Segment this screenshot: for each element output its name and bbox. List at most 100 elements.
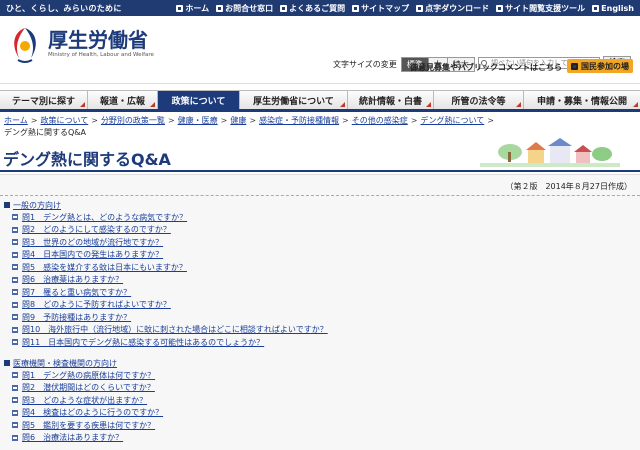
list-bullet-icon (12, 301, 18, 308)
question-link[interactable]: 問10 海外旅行中（流行地域）に蚊に刺された場合はどこに相談すればよいですか？ (22, 324, 328, 335)
tab-press[interactable]: 報道・広報 (88, 91, 158, 109)
list-item: 問4 検査はどのように行うのですか？ (12, 407, 163, 420)
site-header: 厚生労働省 Ministry of Health, Labour and Wel… (0, 16, 640, 84)
question-link[interactable]: 問11 日本国内でデング熱に感染する可能性はあるのでしょうか？ (22, 337, 264, 348)
top-bar: ひと、くらし、みらいのために ホーム お問合せ窓口 よくあるご質問 サイトマップ… (0, 0, 640, 16)
square-bullet-icon (571, 62, 578, 70)
section-bullet-icon (4, 360, 10, 366)
square-bullet-icon (352, 4, 360, 12)
breadcrumb-link[interactable]: その他の感染症 (352, 116, 408, 125)
corner-arrow-icon (150, 102, 155, 107)
question-link[interactable]: 問6 治療薬はありますか？ (22, 274, 123, 285)
corner-arrow-icon (426, 102, 431, 107)
contact-link[interactable]: お問合せ窓口 (216, 3, 273, 14)
tab-policies[interactable]: 政策について (158, 91, 240, 109)
edition-note: （第２版 2014年８月27日作成） (505, 182, 632, 191)
question-link[interactable]: 問6 治療法はありますか？ (22, 432, 123, 443)
list-bullet-icon (12, 214, 18, 221)
list-bullet-icon (12, 276, 18, 283)
townscape-illustration-icon (480, 138, 620, 167)
corner-arrow-icon (340, 102, 345, 107)
list-item: 問6 治療薬はありますか？ (12, 274, 328, 287)
question-link[interactable]: 問2 どのようにして感染するのですか？ (22, 224, 171, 235)
faq-link[interactable]: よくあるご質問 (280, 3, 345, 14)
home-link[interactable]: ホーム (176, 3, 209, 14)
square-bullet-icon (592, 4, 600, 12)
list-bullet-icon (12, 239, 18, 246)
section-heading-link[interactable]: 一般の方向け (13, 200, 61, 211)
accessibility-tool-link[interactable]: サイト閲覧支援ツール (496, 3, 585, 14)
page-title-bar: デング熱に関するQ&A (0, 138, 640, 172)
question-link[interactable]: 問8 どのように予防すればよいですか？ (22, 299, 171, 310)
corner-arrow-icon (633, 102, 638, 107)
title-underline (0, 170, 640, 172)
breadcrumb-link[interactable]: 政策について (40, 116, 88, 125)
breadcrumb-link[interactable]: デング熱について (420, 116, 484, 125)
tagline: ひと、くらし、みらいのために (6, 3, 122, 13)
list-item: 問2 潜伏期間はどのくらいですか？ (12, 382, 163, 395)
list-item: 問3 世界のどの地域が流行地ですか？ (12, 236, 328, 249)
breadcrumb-link[interactable]: ホーム (4, 116, 28, 125)
global-nav: テーマ別に探す 報道・広報 政策について 厚生労働省について 統計情報・白書 所… (0, 90, 640, 112)
question-link[interactable]: 問3 世界のどの地域が流行地ですか？ (22, 237, 163, 248)
square-bullet-icon (176, 4, 184, 12)
page-title: デング熱に関するQ&A (3, 150, 171, 169)
question-link[interactable]: 問1 デング熱の病原体は何ですか？ (22, 370, 155, 381)
list-bullet-icon (12, 314, 18, 321)
breadcrumb-current: デング熱に関するQ&A (4, 128, 87, 137)
list-item: 問3 どのような症状が出ますか？ (12, 394, 163, 407)
tab-statistics[interactable]: 統計情報・白書 (348, 91, 434, 109)
question-link[interactable]: 問2 潜伏期間はどのくらいですか？ (22, 382, 155, 393)
list-bullet-icon (12, 372, 18, 379)
list-bullet-icon (12, 384, 18, 391)
public-comment-link[interactable]: 御意見募集やパブリックコメントはこちら (410, 62, 562, 73)
list-item: 問1 デング熱とは、どのような病気ですか？ (12, 211, 328, 224)
list-item: 問9 予防接種はありますか？ (12, 311, 328, 324)
list-bullet-icon (12, 397, 18, 404)
main-content: （第２版 2014年８月27日作成） 一般の方向け 問1 デング熱とは、どのよう… (0, 174, 640, 450)
question-link[interactable]: 問3 どのような症状が出ますか？ (22, 395, 147, 406)
question-link[interactable]: 問7 罹ると重い病気ですか？ (22, 287, 131, 298)
question-link[interactable]: 問9 予防接種はありますか？ (22, 312, 131, 323)
tab-applications[interactable]: 申請・募集・情報公開 (524, 91, 640, 109)
tab-laws[interactable]: 所管の法令等 (434, 91, 524, 109)
list-item: 問1 デング熱の病原体は何ですか？ (12, 369, 163, 382)
sitemap-link[interactable]: サイトマップ (352, 3, 409, 14)
tab-about-ministry[interactable]: 厚生労働省について (240, 91, 348, 109)
list-item: 問7 罹ると重い病気ですか？ (12, 286, 328, 299)
breadcrumb-link[interactable]: 健康 (230, 116, 246, 125)
braille-download-link[interactable]: 点字ダウンロード (416, 3, 489, 14)
list-item: 問4 日本国内での発生はありますか？ (12, 249, 328, 262)
logo-subtitle: Ministry of Health, Labour and Welfare (48, 52, 154, 58)
question-link[interactable]: 問5 鑑別を要する疾患は何ですか？ (22, 420, 155, 431)
square-bullet-icon (416, 4, 424, 12)
breadcrumb-link[interactable]: 健康・医療 (178, 116, 218, 125)
list-item: 問6 治療法はありますか？ (12, 432, 163, 445)
section-bullet-icon (4, 202, 10, 208)
site-logo[interactable]: 厚生労働省 Ministry of Health, Labour and Wel… (8, 24, 154, 64)
corner-arrow-icon (516, 102, 521, 107)
tab-browse-by-theme[interactable]: テーマ別に探す (0, 91, 88, 109)
question-link[interactable]: 問4 日本国内での発生はありますか？ (22, 249, 163, 260)
list-item: 問10 海外旅行中（流行地域）に蚊に刺された場合はどこに相談すればよいですか？ (12, 324, 328, 337)
list-bullet-icon (12, 326, 18, 333)
question-link[interactable]: 問4 検査はどのように行うのですか？ (22, 407, 163, 418)
utility-links: ホーム お問合せ窓口 よくあるご質問 サイトマップ 点字ダウンロード サイト閲覧… (176, 3, 634, 14)
section-heading-link[interactable]: 医療機関・検査機関の方向け (13, 358, 117, 369)
question-link[interactable]: 問5 感染を媒介する蚊は日本にもいますか？ (22, 262, 187, 273)
list-bullet-icon (12, 422, 18, 429)
mhlw-logo-icon (14, 28, 36, 63)
divider (0, 195, 640, 196)
list-bullet-icon (12, 434, 18, 441)
font-size-label: 文字サイズの変更 (333, 60, 397, 69)
square-bullet-icon (280, 4, 288, 12)
square-bullet-icon (216, 4, 224, 12)
breadcrumb-link[interactable]: 感染症・予防接種情報 (259, 116, 339, 125)
citizen-participation-button[interactable]: 国民参加の場 (567, 59, 633, 73)
question-link[interactable]: 問1 デング熱とは、どのような病気ですか？ (22, 212, 187, 223)
english-link[interactable]: English (592, 4, 634, 13)
list-bullet-icon (12, 409, 18, 416)
breadcrumb-link[interactable]: 分野別の政策一覧 (101, 116, 165, 125)
list-item: 問8 どのように予防すればよいですか？ (12, 299, 328, 312)
list-bullet-icon (12, 226, 18, 233)
